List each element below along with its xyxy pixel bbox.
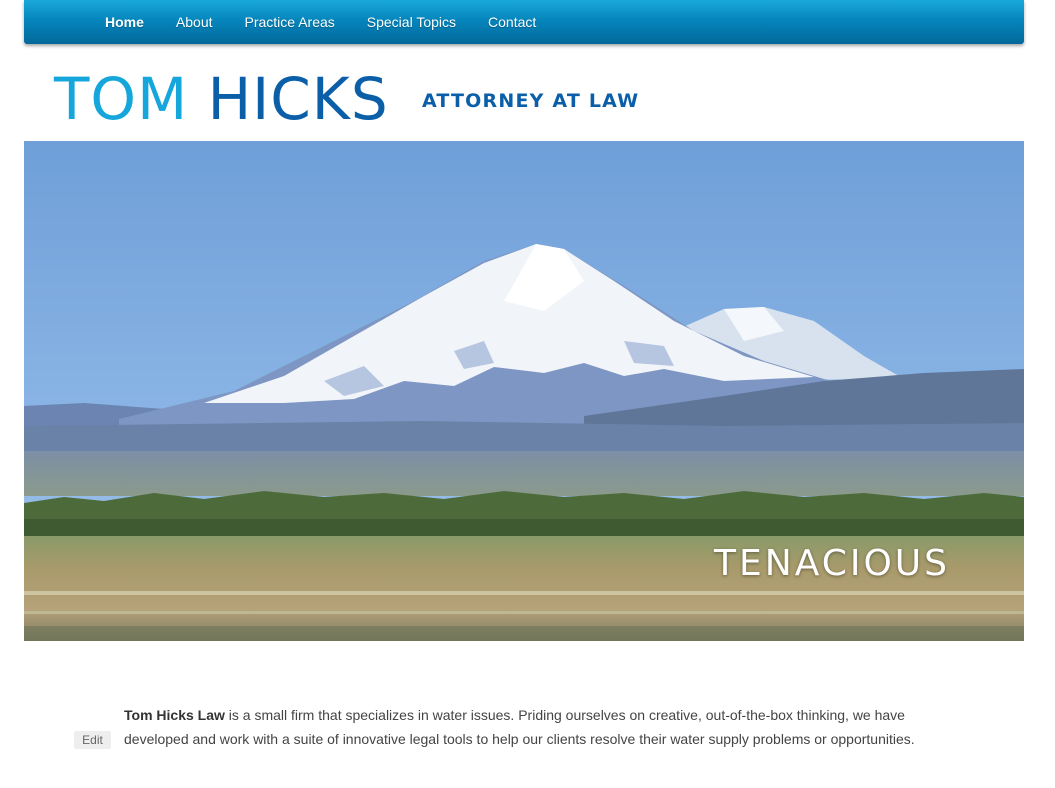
- main-navbar: Home About Practice Areas Special Topics…: [24, 0, 1024, 44]
- nav-item-home[interactable]: Home: [89, 0, 160, 44]
- edit-button[interactable]: Edit: [74, 731, 111, 749]
- page: Home About Practice Areas Special Topics…: [0, 0, 1055, 788]
- nav-item-about[interactable]: About: [160, 0, 229, 44]
- logo-first-name: TOM: [54, 65, 189, 133]
- nav-item-practice-areas[interactable]: Practice Areas: [229, 0, 351, 44]
- nav-item-special-topics[interactable]: Special Topics: [351, 0, 472, 44]
- intro-paragraph: Tom Hicks Law is a small firm that speci…: [124, 703, 924, 751]
- intro-text: is a small firm that specializes in wate…: [124, 707, 915, 747]
- site-logo[interactable]: TOM HICKS ATTORNEY AT LAW: [54, 66, 654, 132]
- logo-last-name: HICKS: [207, 65, 389, 133]
- firm-name: Tom Hicks Law: [124, 707, 225, 723]
- hero-banner: TENACIOUS: [24, 141, 1024, 641]
- logo-tagline: ATTORNEY AT LAW: [422, 90, 640, 112]
- logo-name: TOM HICKS: [54, 66, 389, 132]
- nav-menu: Home About Practice Areas Special Topics…: [89, 0, 552, 44]
- nav-item-contact[interactable]: Contact: [472, 0, 552, 44]
- hero-caption: TENACIOUS: [714, 543, 950, 584]
